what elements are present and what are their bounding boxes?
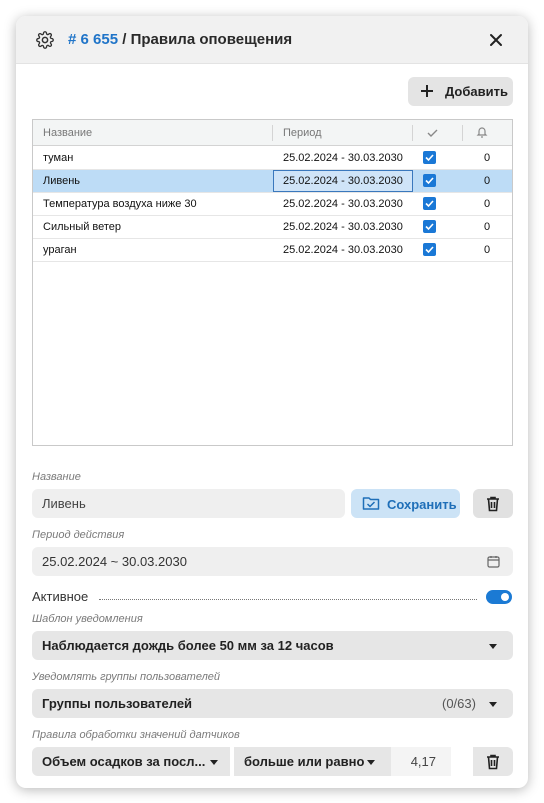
dialog-title: # 6 655 / Правила оповещения	[68, 31, 292, 48]
table-row[interactable]: ураган 25.02.2024 - 30.03.2030 0	[33, 239, 512, 262]
row-period: 25.02.2024 - 30.03.2030	[283, 152, 403, 164]
chevron-down-icon	[489, 644, 497, 649]
title-separator: /	[118, 31, 131, 48]
column-separator[interactable]	[462, 125, 463, 141]
calendar-icon[interactable]	[487, 555, 500, 568]
period-value: 25.02.2024 ~ 30.03.2030	[42, 554, 187, 569]
add-button[interactable]: Добавить	[408, 77, 513, 106]
plus-icon	[421, 85, 433, 97]
checkmark-icon	[425, 177, 434, 185]
column-header-name[interactable]: Название	[43, 120, 92, 146]
row-name: Сильный ветер	[43, 221, 122, 233]
row-count: 0	[484, 244, 491, 256]
template-value: Наблюдается дождь более 50 мм за 12 часо…	[42, 638, 334, 653]
active-toggle-row: Активное	[32, 589, 513, 605]
checkmark-icon	[425, 200, 434, 208]
row-name: Ливень	[43, 175, 81, 187]
table-row[interactable]: Сильный ветер 25.02.2024 - 30.03.2030 0	[33, 216, 512, 239]
template-label: Шаблон уведомления	[32, 613, 143, 625]
checkmark-icon	[425, 223, 434, 231]
row-period: 25.02.2024 - 30.03.2030	[283, 198, 403, 210]
active-checkbox[interactable]	[423, 220, 436, 233]
groups-value: Группы пользователей	[42, 696, 193, 711]
save-button[interactable]: Сохранить	[351, 489, 460, 518]
comparison-operator-value: больше или равно	[244, 754, 365, 769]
row-period[interactable]: 25.02.2024 - 30.03.2030	[273, 170, 413, 192]
active-checkbox[interactable]	[423, 151, 436, 164]
dotted-leader	[99, 599, 477, 600]
trash-icon	[487, 496, 499, 512]
toggle-knob	[501, 593, 509, 601]
name-label: Название	[32, 471, 81, 483]
user-groups-select[interactable]: Группы пользователей (0/63)	[32, 689, 513, 718]
alert-rules-dialog: # 6 655 / Правила оповещения Добавить На…	[16, 16, 528, 788]
threshold-value-input[interactable]: 4,17	[391, 747, 451, 776]
column-separator[interactable]	[412, 125, 413, 141]
row-count: 0	[484, 221, 491, 233]
sensor-parameter-value: Объем осадков за посл...	[42, 754, 206, 769]
row-period: 25.02.2024 - 30.03.2030	[283, 221, 403, 233]
dialog-header: # 6 655 / Правила оповещения	[16, 16, 528, 64]
save-button-label: Сохранить	[387, 497, 457, 512]
object-id-link[interactable]: # 6 655	[68, 31, 118, 48]
chevron-down-icon	[367, 760, 375, 765]
active-toggle[interactable]	[486, 590, 512, 604]
gear-icon[interactable]	[36, 31, 54, 49]
delete-condition-button[interactable]	[473, 747, 513, 776]
groups-label: Уведомлять группы пользователей	[32, 671, 221, 683]
row-count: 0	[484, 198, 491, 210]
folder-check-icon	[362, 497, 380, 510]
rules-table: Название Период туман 25.02.2024 - 30.03…	[32, 119, 513, 446]
column-header-period[interactable]: Период	[283, 120, 322, 146]
sensor-parameter-select[interactable]: Объем осадков за посл...	[32, 747, 230, 776]
add-button-label: Добавить	[445, 84, 508, 99]
table-row[interactable]: Температура воздуха ниже 30 25.02.2024 -…	[33, 193, 512, 216]
period-date-range-input[interactable]: 25.02.2024 ~ 30.03.2030	[32, 547, 513, 576]
comparison-operator-select[interactable]: больше или равно	[234, 747, 391, 776]
close-icon[interactable]	[486, 30, 506, 50]
check-column-icon	[427, 129, 438, 137]
checkmark-icon	[425, 154, 434, 162]
active-checkbox[interactable]	[423, 197, 436, 210]
name-input[interactable]: Ливень	[32, 489, 345, 518]
column-separator[interactable]	[272, 125, 273, 141]
rules-label: Правила обработки значений датчиков	[32, 729, 240, 741]
threshold-value: 4,17	[410, 754, 436, 769]
trash-icon	[487, 754, 499, 770]
active-checkbox[interactable]	[423, 243, 436, 256]
bell-icon	[476, 127, 488, 138]
table-header: Название Период	[33, 120, 512, 146]
period-label: Период действия	[32, 529, 125, 541]
row-name: ураган	[43, 244, 77, 256]
row-count: 0	[484, 175, 491, 187]
chevron-down-icon	[489, 702, 497, 707]
groups-count: (0/63)	[442, 696, 476, 711]
row-name: Температура воздуха ниже 30	[43, 198, 197, 210]
chevron-down-icon	[210, 760, 218, 765]
active-checkbox[interactable]	[423, 174, 436, 187]
template-select[interactable]: Наблюдается дождь более 50 мм за 12 часо…	[32, 631, 513, 660]
delete-rule-button[interactable]	[473, 489, 513, 518]
table-row-selected[interactable]: Ливень 25.02.2024 - 30.03.2030 0	[33, 170, 512, 193]
table-row[interactable]: туман 25.02.2024 - 30.03.2030 0	[33, 147, 512, 170]
name-input-value: Ливень	[42, 496, 86, 511]
row-count: 0	[484, 152, 491, 164]
checkmark-icon	[425, 246, 434, 254]
dialog-title-text: Правила оповещения	[130, 31, 293, 48]
active-label: Активное	[32, 589, 89, 604]
row-period: 25.02.2024 - 30.03.2030	[283, 244, 403, 256]
row-name: туман	[43, 152, 74, 164]
